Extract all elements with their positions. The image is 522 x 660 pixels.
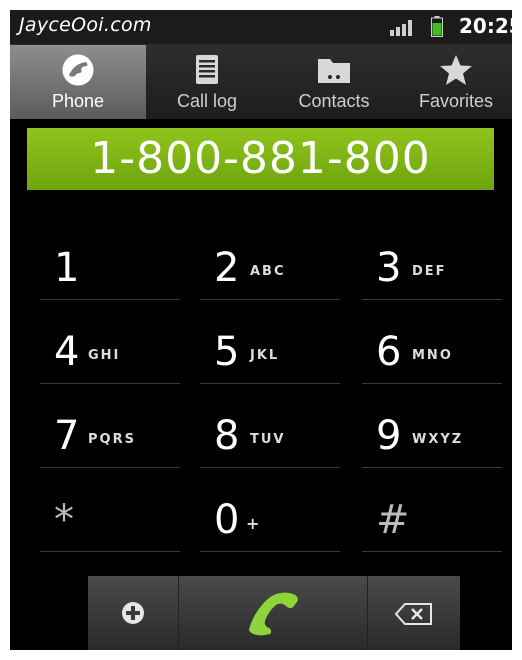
key-0[interactable]: 0 +	[200, 490, 340, 552]
action-bar	[88, 576, 460, 650]
key-digit: #	[376, 497, 410, 543]
key-digit: 7	[54, 413, 80, 459]
key-digit: 0	[214, 497, 240, 543]
key-digit: 2	[214, 245, 240, 291]
key-divider	[362, 551, 502, 552]
key-5[interactable]: 5 JKL	[200, 322, 340, 384]
key-7[interactable]: 7 PQRS	[40, 406, 180, 468]
key-1[interactable]: 1	[40, 238, 180, 300]
key-letters: PQRS	[88, 432, 136, 447]
key-digit: *	[54, 497, 74, 543]
key-6[interactable]: 6 MNO	[362, 322, 502, 384]
key-digit: 3	[376, 245, 402, 291]
key-8[interactable]: 8 TUV	[200, 406, 340, 468]
carrier-label: JayceOoi.com	[19, 14, 152, 36]
key-digit: 4	[54, 329, 80, 375]
tab-bar: Phone Call log Contacts Favorites	[10, 45, 512, 119]
key-divider	[200, 467, 340, 468]
key-divider	[200, 299, 340, 300]
dial-button[interactable]	[178, 576, 368, 650]
key-digit: 6	[376, 329, 402, 375]
delete-button[interactable]	[366, 576, 460, 650]
tab-call-log[interactable]: Call log	[146, 45, 268, 119]
tab-contacts-label: Contacts	[298, 91, 370, 111]
tab-phone[interactable]: Phone	[10, 45, 146, 119]
signal-icon	[390, 20, 412, 36]
clock: 20:25	[459, 14, 512, 38]
status-bar: JayceOoi.com 20:25	[10, 10, 512, 45]
key-4[interactable]: 4 GHI	[40, 322, 180, 384]
key-letters: GHI	[88, 348, 121, 363]
phone-icon	[62, 54, 94, 86]
call-log-icon	[196, 55, 218, 84]
key-letters: JKL	[250, 348, 280, 363]
key-9[interactable]: 9 WXYZ	[362, 406, 502, 468]
key-digit: 9	[376, 413, 402, 459]
key-letters: ABC	[250, 264, 286, 279]
key-digit: 8	[214, 413, 240, 459]
backspace-icon	[395, 603, 432, 625]
dialed-number: 1-800-881-800	[90, 133, 431, 184]
key-divider	[362, 383, 502, 384]
key-divider	[362, 467, 502, 468]
key-hash[interactable]: #	[362, 490, 502, 552]
key-divider	[362, 299, 502, 300]
dial-icon	[249, 592, 298, 636]
key-3[interactable]: 3 DEF	[362, 238, 502, 300]
contacts-icon	[318, 59, 350, 83]
key-letters: TUV	[250, 432, 286, 447]
add-contact-button[interactable]	[88, 576, 178, 650]
key-divider	[40, 299, 180, 300]
key-star[interactable]: *	[40, 490, 180, 552]
key-letters: +	[246, 514, 262, 533]
key-divider	[200, 383, 340, 384]
key-divider	[40, 551, 180, 552]
key-letters: DEF	[412, 264, 447, 279]
key-divider	[200, 551, 340, 552]
tab-call-log-label: Call log	[176, 91, 238, 111]
star-icon	[440, 55, 472, 85]
key-letters: WXYZ	[412, 432, 464, 447]
add-contact-icon	[122, 602, 144, 624]
tab-favorites-label: Favorites	[418, 91, 494, 111]
key-divider	[40, 383, 180, 384]
key-digit: 5	[214, 329, 240, 375]
key-divider	[40, 467, 180, 468]
key-letters: MNO	[412, 348, 453, 363]
number-display[interactable]: 1-800-881-800	[27, 128, 494, 190]
key-digit: 1	[54, 245, 80, 291]
tab-phone-label: Phone	[51, 91, 105, 111]
battery-icon	[431, 16, 443, 37]
key-2[interactable]: 2 ABC	[200, 238, 340, 300]
tab-contacts[interactable]: Contacts	[268, 45, 400, 119]
phone-screen: JayceOoi.com 20:25 Phone	[10, 10, 512, 650]
tab-favorites[interactable]: Favorites	[400, 45, 512, 119]
